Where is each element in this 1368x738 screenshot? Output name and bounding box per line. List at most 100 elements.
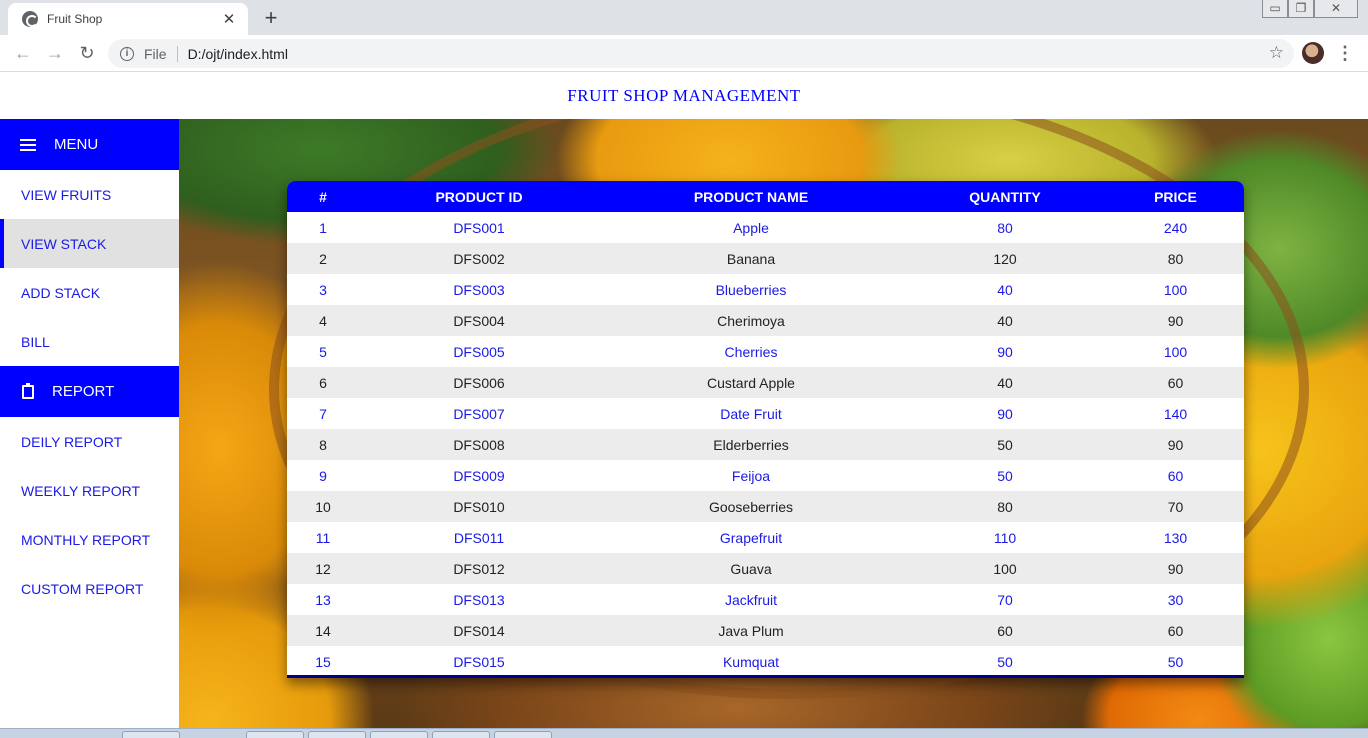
- cell-product-id: DFS001: [359, 212, 599, 243]
- cell-product-name: Feijoa: [599, 460, 903, 491]
- table-row: 12 DFS012 Guava 100 90: [287, 553, 1244, 584]
- new-tab-button[interactable]: +: [258, 6, 284, 30]
- reload-icon[interactable]: ↻: [74, 41, 100, 65]
- cell-price: 90: [1107, 553, 1244, 584]
- cell-product-name: Gooseberries: [599, 491, 903, 522]
- address-bar[interactable]: i File D:/ojt/index.html ☆: [108, 39, 1294, 68]
- table-row: 7 DFS007 Date Fruit 90 140: [287, 398, 1244, 429]
- cell-index: 3: [287, 274, 359, 305]
- kebab-menu-icon[interactable]: ⋮: [1336, 41, 1354, 65]
- sidebar-item-bill[interactable]: BILL: [0, 317, 179, 366]
- info-icon[interactable]: i: [120, 46, 134, 61]
- os-taskbar: [0, 728, 1368, 738]
- table-row: 1 DFS001 Apple 80 240: [287, 212, 1244, 243]
- cell-product-name: Date Fruit: [599, 398, 903, 429]
- cell-product-name: Apple: [599, 212, 903, 243]
- browser-toolbar: ← → ↻ i File D:/ojt/index.html ☆: [0, 35, 1368, 72]
- table-row: 10 DFS010 Gooseberries 80 70: [287, 491, 1244, 522]
- cell-product-id: DFS007: [359, 398, 599, 429]
- cell-index: 15: [287, 646, 359, 675]
- avatar[interactable]: [1302, 42, 1324, 64]
- cell-product-id: DFS005: [359, 336, 599, 367]
- table-row: 2 DFS002 Banana 120 80: [287, 243, 1244, 274]
- cell-product-name: Cherimoya: [599, 305, 903, 336]
- sidebar-item-view-fruits[interactable]: VIEW FRUITS: [0, 170, 179, 219]
- cell-index: 14: [287, 615, 359, 646]
- star-icon[interactable]: ☆: [1269, 43, 1284, 63]
- cell-index: 10: [287, 491, 359, 522]
- close-tab-icon[interactable]: ✕: [220, 10, 238, 28]
- cell-quantity: 60: [903, 615, 1107, 646]
- back-icon[interactable]: ←: [10, 41, 36, 65]
- sidebar-item-weekly-report[interactable]: WEEKLY REPORT: [0, 466, 179, 515]
- sidebar-item-daily-report[interactable]: DEILY REPORT: [0, 417, 179, 466]
- cell-product-id: DFS015: [359, 646, 599, 675]
- url-separator: [176, 45, 178, 62]
- cell-index: 8: [287, 429, 359, 460]
- page-title: FRUIT SHOP MANAGEMENT: [567, 85, 801, 105]
- cell-quantity: 50: [903, 460, 1107, 491]
- cell-index: 9: [287, 460, 359, 491]
- column-header-product-name: PRODUCT NAME: [693, 188, 809, 205]
- sidebar-item-custom-report[interactable]: CUSTOM REPORT: [0, 564, 179, 613]
- cell-product-id: DFS008: [359, 429, 599, 460]
- cell-quantity: 100: [903, 553, 1107, 584]
- sidebar-item-view-stack[interactable]: VIEW STACK: [0, 219, 179, 268]
- cell-quantity: 80: [903, 491, 1107, 522]
- cell-quantity: 90: [903, 336, 1107, 367]
- taskbar-button[interactable]: [432, 731, 490, 738]
- menu-header-label: MENU: [54, 136, 99, 153]
- table-row: 6 DFS006 Custard Apple 40 60: [287, 367, 1244, 398]
- cell-price: 100: [1107, 274, 1244, 305]
- cell-index: 5: [287, 336, 359, 367]
- cell-index: 7: [287, 398, 359, 429]
- table-header-row: # PRODUCT ID PRODUCT NAME QUANTITY PRICE: [287, 181, 1244, 212]
- sidebar-item-monthly-report[interactable]: MONTHLY REPORT: [0, 515, 179, 564]
- content-area: # PRODUCT ID PRODUCT NAME QUANTITY PRICE…: [179, 119, 1368, 728]
- cell-product-name: Elderberries: [599, 429, 903, 460]
- cell-quantity: 40: [903, 305, 1107, 336]
- browser-tab[interactable]: Fruit Shop ✕: [8, 3, 248, 35]
- cell-quantity: 90: [903, 398, 1107, 429]
- cell-quantity: 70: [903, 584, 1107, 615]
- cell-price: 130: [1107, 522, 1244, 553]
- window-close-icon[interactable]: ✕: [1314, 0, 1358, 18]
- cell-price: 60: [1107, 615, 1244, 646]
- taskbar-button[interactable]: [370, 731, 428, 738]
- globe-icon: [22, 11, 38, 27]
- minimize-icon[interactable]: ▭: [1262, 0, 1288, 18]
- table-body: 1 DFS001 Apple 80 240 2 DFS002 Banana 120 80 3 DFS0…: [287, 212, 1244, 675]
- cell-product-name: Kumquat: [599, 646, 903, 675]
- url-text[interactable]: D:/ojt/index.html: [188, 46, 288, 62]
- clipboard-icon: [22, 382, 34, 399]
- table-row: 3 DFS003 Blueberries 40 100: [287, 274, 1244, 305]
- restore-icon[interactable]: ❐: [1288, 0, 1314, 18]
- cell-product-name: Blueberries: [599, 274, 903, 305]
- taskbar-button[interactable]: [494, 731, 552, 738]
- cell-price: 90: [1107, 429, 1244, 460]
- table-row: 11 DFS011 Grapefruit 110 130: [287, 522, 1244, 553]
- cell-product-name: Jackfruit: [599, 584, 903, 615]
- cell-product-name: Java Plum: [599, 615, 903, 646]
- stock-table-card: # PRODUCT ID PRODUCT NAME QUANTITY PRICE…: [287, 181, 1244, 678]
- cell-quantity: 80: [903, 212, 1107, 243]
- hamburger-icon: [20, 138, 36, 151]
- table-row: 9 DFS009 Feijoa 50 60: [287, 460, 1244, 491]
- table-row: 8 DFS008 Elderberries 50 90: [287, 429, 1244, 460]
- taskbar-button[interactable]: [308, 731, 366, 738]
- sidebar-item-add-stack[interactable]: ADD STACK: [0, 268, 179, 317]
- forward-icon[interactable]: →: [42, 41, 68, 65]
- cell-index: 2: [287, 243, 359, 274]
- cell-product-id: DFS004: [359, 305, 599, 336]
- taskbar-button[interactable]: [246, 731, 304, 738]
- taskbar-button[interactable]: [122, 731, 180, 738]
- cell-product-id: DFS002: [359, 243, 599, 274]
- cell-index: 11: [287, 522, 359, 553]
- cell-quantity: 50: [903, 429, 1107, 460]
- cell-index: 1: [287, 212, 359, 243]
- cell-product-name: Cherries: [599, 336, 903, 367]
- cell-product-name: Guava: [599, 553, 903, 584]
- cell-quantity: 110: [903, 522, 1107, 553]
- report-header: REPORT: [0, 366, 179, 417]
- menu-header: MENU: [0, 119, 179, 170]
